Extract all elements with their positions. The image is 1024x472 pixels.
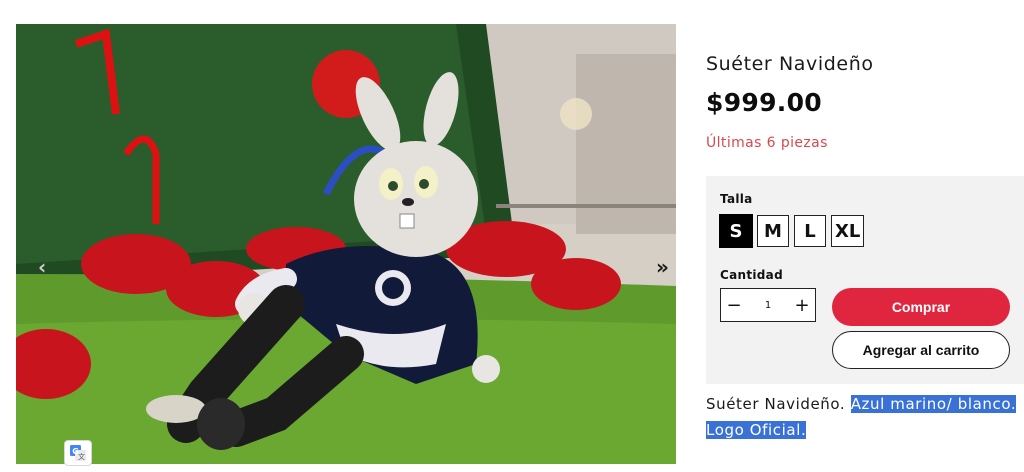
quantity-label: Cantidad: [720, 268, 783, 282]
buy-button[interactable]: Comprar: [832, 288, 1010, 326]
product-photo-illustration: [16, 24, 676, 464]
size-selector: S M L XL: [719, 214, 865, 248]
product-price: $999.00: [706, 88, 822, 117]
translate-glyph: G 文: [70, 445, 86, 461]
product-title: Suéter Navideño: [706, 53, 874, 75]
add-to-cart-button[interactable]: Agregar al carrito: [832, 331, 1010, 369]
quantity-stepper: − 1 +: [720, 288, 816, 322]
size-option-l[interactable]: L: [794, 215, 826, 247]
product-image[interactable]: ‹ »: [16, 24, 676, 464]
chevron-left-icon[interactable]: ‹: [38, 257, 46, 277]
description-highlight-logo: Logo Oficial.: [706, 421, 807, 439]
size-label: Talla: [720, 192, 753, 206]
double-chevron-right-icon[interactable]: »: [656, 257, 669, 277]
google-translate-icon[interactable]: G 文: [64, 440, 92, 466]
svg-text:文: 文: [78, 452, 85, 461]
increment-button[interactable]: +: [789, 289, 815, 321]
description-highlight-color: Azul marino/ blanco.: [850, 395, 1017, 413]
quantity-value[interactable]: 1: [765, 300, 771, 311]
stock-notice: Últimas 6 piezas: [706, 135, 828, 151]
product-description: Suéter Navideño. Azul marino/ blanco. Lo…: [706, 391, 1022, 443]
size-option-m[interactable]: M: [757, 215, 789, 247]
decrement-button[interactable]: −: [721, 289, 747, 321]
description-text: Suéter Navideño.: [706, 395, 846, 413]
purchase-options-panel: Talla S M L XL Cantidad − 1 + Comprar Ag…: [706, 176, 1024, 384]
size-option-s[interactable]: S: [719, 214, 753, 248]
size-option-xl[interactable]: XL: [831, 215, 865, 247]
